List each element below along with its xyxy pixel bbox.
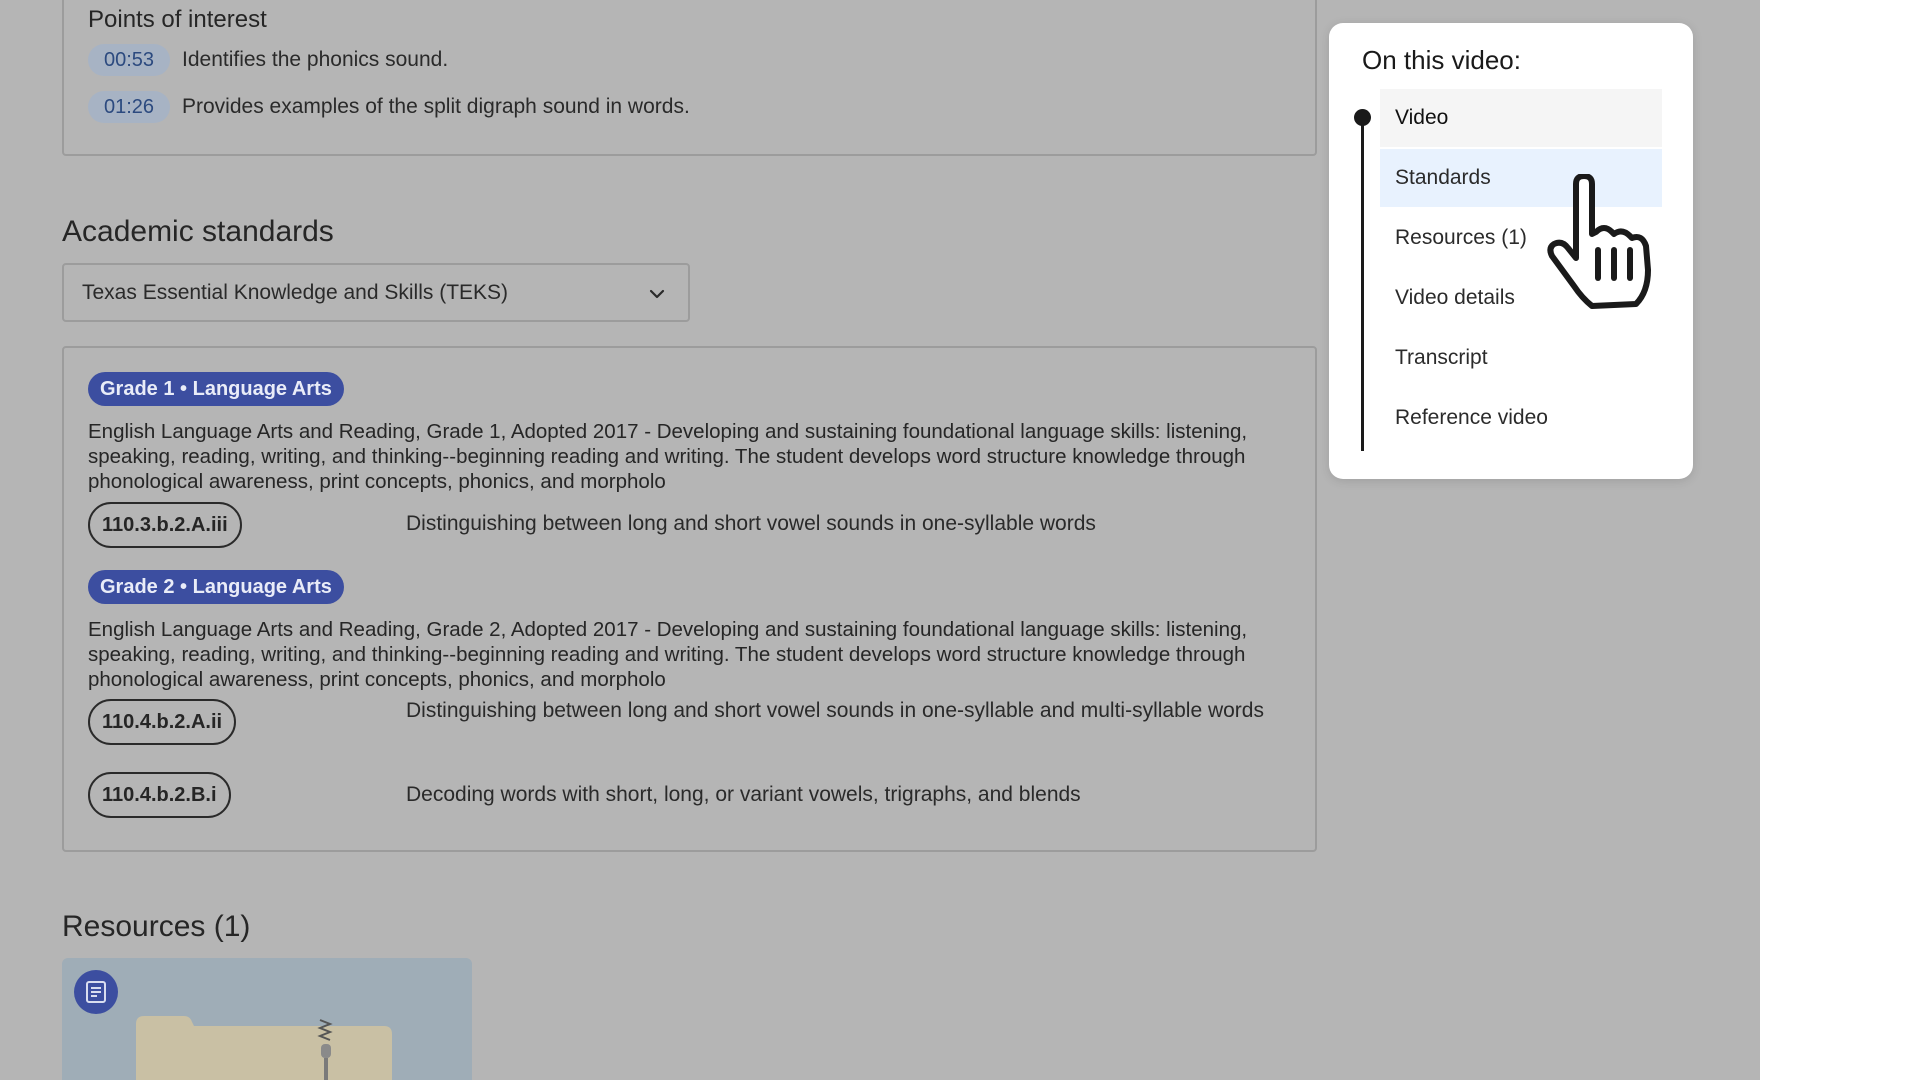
toc-item-transcript[interactable]: Transcript (1380, 329, 1662, 387)
poi-timestamp[interactable]: 00:53 (88, 44, 170, 76)
hand-pointer-cursor-icon (1547, 174, 1651, 309)
toc-item-reference-video[interactable]: Reference video (1380, 389, 1662, 447)
grade-badge: Grade 2 • Language Arts (88, 570, 344, 604)
standards-dropdown-value: Texas Essential Knowledge and Skills (TE… (82, 280, 509, 304)
toc-progress-track (1361, 116, 1364, 451)
resource-card[interactable] (62, 958, 472, 1080)
standard-group-description: English Language Arts and Reading, Grade… (88, 618, 1248, 691)
points-of-interest-card: Points of interest 00:53 Identifies the … (62, 0, 1317, 156)
grade-badge: Grade 1 • Language Arts (88, 372, 344, 406)
points-of-interest-title: Points of interest (88, 6, 267, 33)
resources-title: Resources (1) (62, 910, 251, 943)
standard-description: Distinguishing between long and short vo… (406, 699, 1264, 722)
standards-list: Grade 1 • Language Arts English Language… (62, 346, 1317, 852)
on-this-video-title: On this video: (1362, 45, 1521, 75)
toc-item-video[interactable]: Video (1380, 89, 1662, 147)
poi-row[interactable]: 00:53 Identifies the phonics sound. (88, 44, 448, 76)
standard-code[interactable]: 110.4.b.2.B.i (88, 772, 231, 818)
standard-description: Decoding words with short, long, or vari… (406, 783, 1081, 806)
poi-row[interactable]: 01:26 Provides examples of the split dig… (88, 91, 690, 123)
toc-current-marker (1354, 109, 1371, 126)
poi-description: Provides examples of the split digraph s… (182, 95, 690, 118)
poi-description: Identifies the phonics sound. (182, 48, 449, 71)
document-icon (74, 970, 118, 1014)
poi-timestamp[interactable]: 01:26 (88, 91, 170, 123)
standard-description: Distinguishing between long and short vo… (406, 512, 1096, 535)
standard-group-description: English Language Arts and Reading, Grade… (88, 420, 1248, 493)
chevron-down-icon (649, 289, 665, 299)
standard-code[interactable]: 110.4.b.2.A.ii (88, 699, 237, 745)
folder-illustration (136, 1016, 392, 1080)
academic-standards-title: Academic standards (62, 215, 334, 248)
standard-code[interactable]: 110.3.b.2.A.iii (88, 502, 242, 548)
standards-dropdown[interactable]: Texas Essential Knowledge and Skills (TE… (62, 263, 690, 322)
